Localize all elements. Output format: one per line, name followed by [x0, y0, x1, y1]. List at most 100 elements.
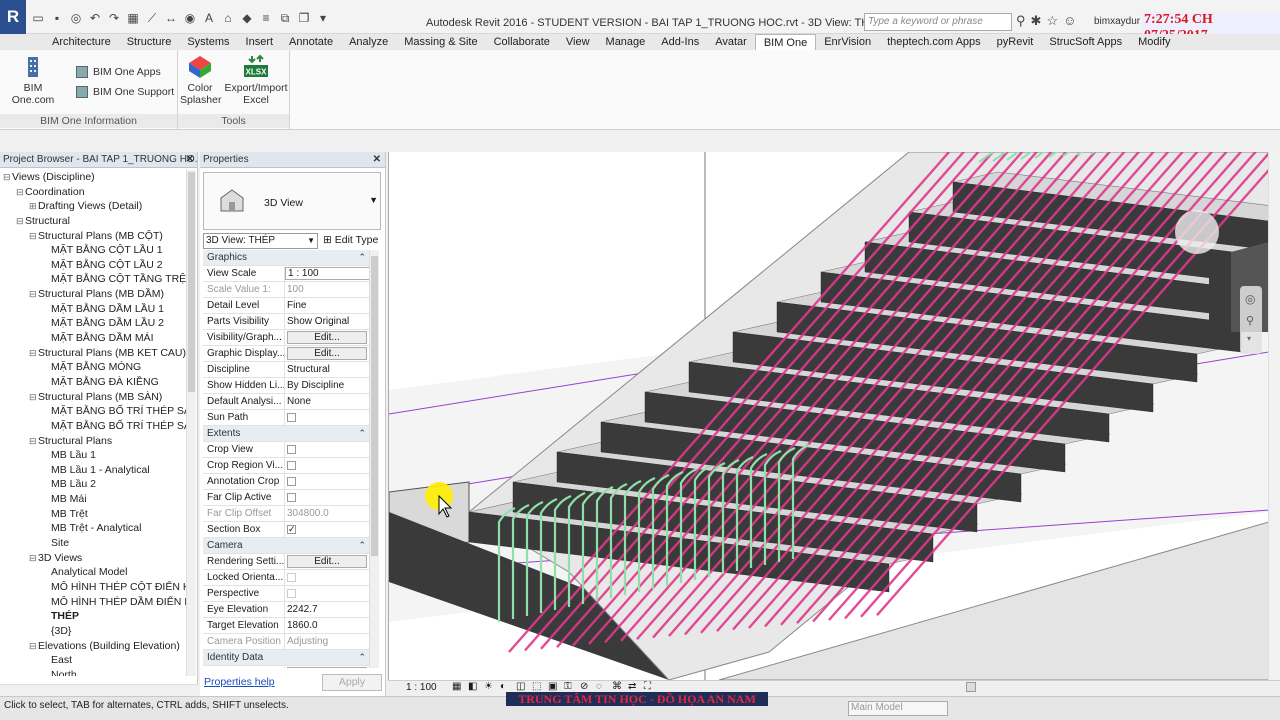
- property-group-header[interactable]: Graphics ⌃: [203, 250, 372, 266]
- property-row[interactable]: Show Hidden Li... By Discipline: [203, 378, 372, 394]
- print-icon[interactable]: ▦: [125, 10, 141, 26]
- property-value[interactable]: 304800.0: [285, 506, 372, 521]
- bimone-support-button[interactable]: BIM One Support: [76, 86, 174, 98]
- tab-view[interactable]: View: [558, 34, 598, 50]
- property-row[interactable]: Parts Visibility Show Original: [203, 314, 372, 330]
- expand-toggle-icon[interactable]: ⊟: [29, 639, 38, 654]
- crop-region-icon[interactable]: ▣: [548, 681, 557, 692]
- property-checkbox[interactable]: [287, 477, 296, 486]
- property-row[interactable]: View Scale 1 : 100: [203, 266, 372, 282]
- property-value[interactable]: Edit...: [285, 330, 372, 345]
- property-value[interactable]: <None>: [285, 666, 372, 668]
- browser-tree-item[interactable]: MB Mái: [0, 492, 186, 507]
- export-import-excel-button[interactable]: XLSX Export/Import Excel: [222, 54, 290, 106]
- property-checkbox[interactable]: [287, 522, 296, 537]
- tab-strucsoft-apps[interactable]: StrucSoft Apps: [1041, 34, 1130, 50]
- highlight-displacement-icon[interactable]: ⇄: [628, 681, 636, 692]
- property-row[interactable]: Perspective: [203, 586, 372, 602]
- browser-tree-item[interactable]: MẶT BẰNG CỘT TẦNG TRỆT: [0, 272, 186, 287]
- property-group-header[interactable]: Extents ⌃: [203, 426, 372, 442]
- tab-insert[interactable]: Insert: [238, 34, 282, 50]
- user-name[interactable]: bimxaydur: [1094, 16, 1140, 27]
- expand-toggle-icon[interactable]: ⊟: [3, 170, 12, 185]
- property-value[interactable]: None: [285, 394, 372, 409]
- browser-tree-item[interactable]: MẶT BẰNG DẦM LẦU 1: [0, 302, 186, 317]
- browser-tree-item[interactable]: ⊟Views (Discipline): [0, 170, 186, 185]
- property-row[interactable]: Visibility/Graph... Edit...: [203, 330, 372, 346]
- close-hidden-icon[interactable]: ⧉: [277, 10, 293, 26]
- aligned-dimension-icon[interactable]: ↔: [163, 10, 179, 26]
- property-value[interactable]: [285, 410, 372, 425]
- property-row[interactable]: Camera Position Adjusting: [203, 634, 372, 650]
- browser-tree-item[interactable]: MÔ HÌNH THÉP CỘT ĐIỂN H: [0, 580, 186, 595]
- property-row[interactable]: View Template<None>: [203, 666, 372, 668]
- browser-tree-item[interactable]: MẶT BẰNG CỘT LẦU 1: [0, 243, 186, 258]
- tab-modify[interactable]: Modify: [1130, 34, 1178, 50]
- tab-theptech-com-apps[interactable]: theptech.com Apps: [879, 34, 989, 50]
- revit-logo-button[interactable]: R: [0, 0, 26, 34]
- browser-tree-item[interactable]: ⊟3D Views: [0, 551, 186, 566]
- browser-tree-item[interactable]: ⊟Structural Plans: [0, 434, 186, 449]
- 3d-viewport[interactable]: [388, 152, 1268, 680]
- sun-path-icon[interactable]: ☀: [484, 681, 493, 692]
- property-value[interactable]: [285, 458, 372, 473]
- column[interactable]: [1209, 262, 1231, 332]
- property-value[interactable]: Adjusting: [285, 634, 372, 649]
- browser-tree-item[interactable]: MẶT BẰNG CỘT LẦU 2: [0, 258, 186, 273]
- property-row[interactable]: Crop Region Vi...: [203, 458, 372, 474]
- browser-tree-item[interactable]: MẶT BẰNG DẦM MÁI: [0, 331, 186, 346]
- property-value[interactable]: 2242.7: [285, 602, 372, 617]
- property-row[interactable]: Default Analysi... None: [203, 394, 372, 410]
- tab-enrvision[interactable]: EnrVision: [816, 34, 879, 50]
- expand-toggle-icon[interactable]: ⊟: [29, 287, 38, 302]
- favorites-icon[interactable]: ☆: [1046, 13, 1058, 29]
- qat-dropdown-icon[interactable]: ▾: [315, 10, 331, 26]
- text-icon[interactable]: A: [201, 10, 217, 26]
- property-row[interactable]: Section Box: [203, 522, 372, 538]
- property-row[interactable]: Far Clip Active: [203, 490, 372, 506]
- analytical-model-icon[interactable]: ⌘: [612, 681, 622, 692]
- property-value[interactable]: [285, 442, 372, 457]
- thin-lines-icon[interactable]: ≡: [258, 10, 274, 26]
- tab-collaborate[interactable]: Collaborate: [486, 34, 558, 50]
- detail-level-icon[interactable]: ▦: [452, 681, 461, 692]
- property-value[interactable]: Edit...: [285, 346, 372, 361]
- tab-annotate[interactable]: Annotate: [281, 34, 341, 50]
- property-row[interactable]: Rendering Setti... Edit...: [203, 554, 372, 570]
- model-selector[interactable]: Main Model: [848, 701, 948, 716]
- property-edit-button[interactable]: Edit...: [287, 331, 367, 344]
- browser-tree-item[interactable]: MB Trệt - Analytical: [0, 521, 186, 536]
- property-value[interactable]: 1860.0: [285, 618, 372, 633]
- property-value[interactable]: [285, 570, 372, 585]
- view-cube[interactable]: [1175, 210, 1219, 254]
- browser-tree-item[interactable]: ⊞Drafting Views (Detail): [0, 199, 186, 214]
- crop-view-icon[interactable]: ⬚: [532, 681, 541, 692]
- property-checkbox[interactable]: [287, 493, 296, 502]
- property-value[interactable]: Edit...: [285, 554, 372, 569]
- color-splasher-button[interactable]: Color Splasher: [178, 54, 222, 106]
- close-icon[interactable]: ✕: [373, 152, 381, 167]
- browser-tree-item[interactable]: MẶT BẰNG ĐÀ KIỀNG: [0, 375, 186, 390]
- tab-systems[interactable]: Systems: [179, 34, 237, 50]
- expand-toggle-icon[interactable]: ⊟: [29, 551, 38, 566]
- render-icon[interactable]: ◫: [516, 681, 525, 692]
- binoculars-icon[interactable]: ⚲: [1016, 13, 1026, 29]
- property-value[interactable]: [285, 586, 372, 601]
- scroll-thumb[interactable]: [371, 256, 378, 556]
- 3d-model-canvas[interactable]: [389, 152, 1268, 680]
- property-group-header[interactable]: Camera ⌃: [203, 538, 372, 554]
- property-value[interactable]: [285, 490, 372, 505]
- browser-tree-item[interactable]: Site: [0, 536, 186, 551]
- property-checkbox[interactable]: [287, 589, 296, 598]
- property-value[interactable]: [285, 522, 372, 537]
- scroll-thumb[interactable]: [188, 172, 195, 392]
- property-value[interactable]: Show Original: [285, 314, 372, 329]
- lock-icon[interactable]: ⚿: [564, 681, 572, 692]
- steering-wheel-icon[interactable]: ◎: [1245, 292, 1255, 306]
- browser-tree-item[interactable]: THÉP: [0, 609, 186, 624]
- browser-vertical-scrollbar[interactable]: [186, 170, 196, 676]
- property-edit-button[interactable]: Edit...: [287, 555, 367, 568]
- property-value[interactable]: Structural: [285, 362, 372, 377]
- browser-tree-item[interactable]: MB Trệt: [0, 507, 186, 522]
- tab-massing-site[interactable]: Massing & Site: [396, 34, 485, 50]
